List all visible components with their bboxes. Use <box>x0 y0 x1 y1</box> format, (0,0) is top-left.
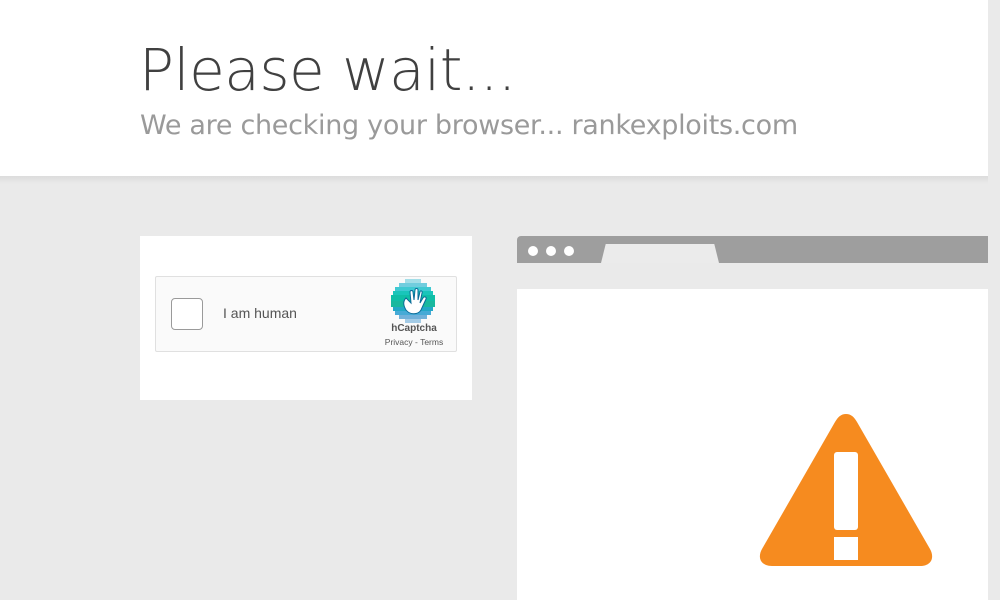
page-header: Please wait... We are checking your brow… <box>0 0 988 184</box>
window-dot-icon <box>564 246 574 256</box>
human-checkbox-label[interactable]: I am human <box>223 305 297 321</box>
window-dot-icon <box>528 246 538 256</box>
hcaptcha-logo-icon <box>391 279 435 323</box>
browser-titlebar <box>517 236 988 263</box>
human-checkbox[interactable] <box>171 298 203 330</box>
terms-link[interactable]: Terms <box>420 337 443 347</box>
window-dot-icon <box>546 246 556 256</box>
browser-content <box>517 289 988 600</box>
browser-illustration <box>517 236 988 600</box>
hcaptcha-links: Privacy - Terms <box>368 337 460 347</box>
page-subtitle: We are checking your browser... rankexpl… <box>140 110 798 141</box>
privacy-link[interactable]: Privacy <box>385 337 413 347</box>
browser-tab <box>601 244 719 263</box>
captcha-card: I am human hCaptcha Privacy - Terms <box>140 236 472 400</box>
hcaptcha-brand-label: hCaptcha <box>391 323 437 334</box>
page-title: Please wait... <box>139 36 516 104</box>
hcaptcha-widget: I am human hCaptcha Privacy - Terms <box>155 276 457 352</box>
links-separator: - <box>412 337 421 347</box>
warning-triangle-icon <box>759 414 933 566</box>
